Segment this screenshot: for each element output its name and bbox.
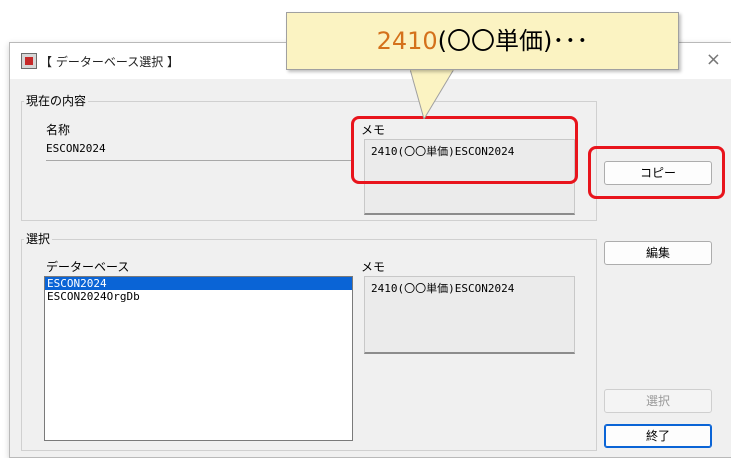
select-memo-field: 2410(〇〇単価)ESCON2024 (364, 276, 575, 354)
select-group-label: 選択 (24, 230, 53, 247)
current-content-group-label: 現在の内容 (24, 92, 89, 109)
close-icon[interactable]: × (706, 49, 721, 70)
select-button[interactable]: 選択 (604, 389, 712, 413)
callout-code: 2410 (376, 27, 438, 55)
list-item[interactable]: ESCON2024 (45, 277, 352, 290)
list-item[interactable]: ESCON2024OrgDb (45, 290, 352, 303)
database-select-dialog: 【 データーベース選択 】 × 現在の内容 名称 ESCON2024 メモ 24… (9, 42, 731, 458)
callout-tail (410, 69, 454, 119)
edit-button[interactable]: 編集 (604, 241, 712, 265)
callout-box: 2410(〇〇単価)･･･ (286, 12, 679, 70)
app-icon (21, 53, 37, 69)
callout-text: (〇〇単価)･･･ (437, 27, 589, 55)
exit-button[interactable]: 終了 (604, 424, 712, 448)
name-label: 名称 (46, 123, 71, 137)
database-listbox[interactable]: ESCON2024 ESCON2024OrgDb (44, 276, 353, 441)
select-memo-label: メモ (361, 260, 386, 274)
dialog-title: 【 データーベース選択 】 (40, 55, 180, 69)
copy-button-highlight (588, 146, 725, 199)
memo-highlight (351, 116, 578, 184)
select-memo-value: 2410(〇〇単価)ESCON2024 (371, 282, 515, 295)
database-label: データーベース (46, 260, 130, 274)
current-name-value: ESCON2024 (46, 142, 106, 155)
current-name-field: ESCON2024 (46, 142, 352, 161)
